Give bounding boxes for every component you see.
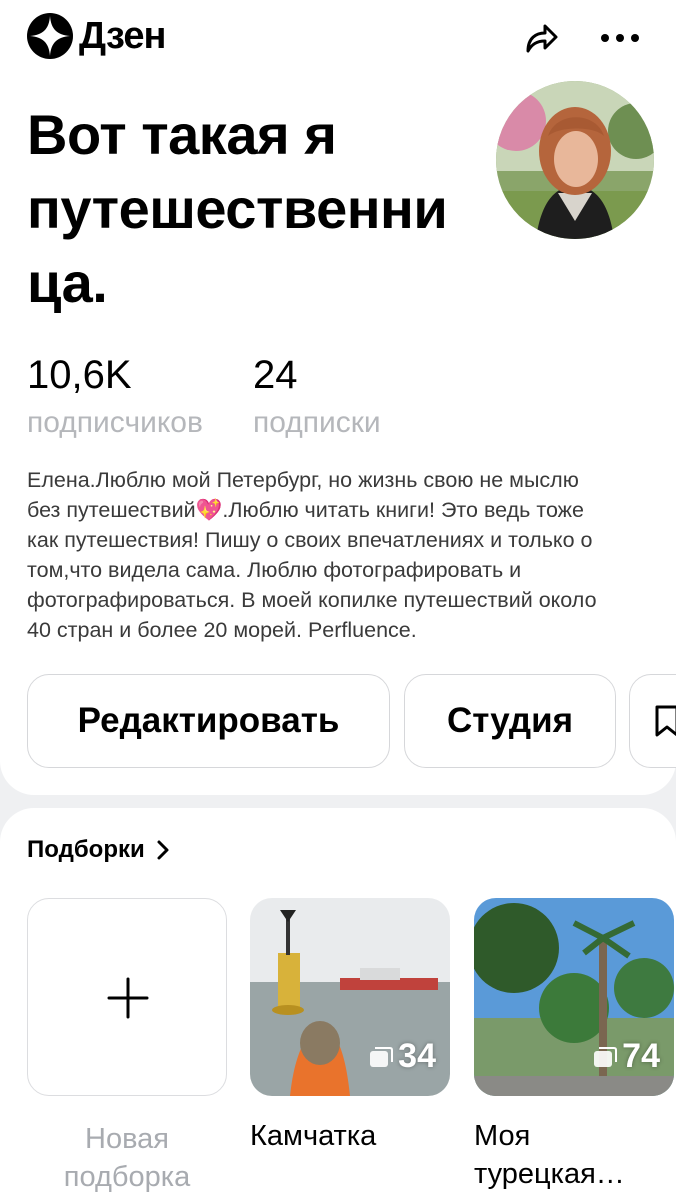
- subscribers-stat[interactable]: 10,6K подписчиков: [27, 352, 203, 440]
- bio-line: без путешествий💖.Люблю читать книги! Это…: [27, 498, 585, 522]
- title-line: ца.: [27, 251, 108, 314]
- title-line: Вот такая я: [27, 103, 337, 166]
- subscribers-count: 10,6K: [27, 353, 132, 397]
- plus-icon: [107, 977, 149, 1019]
- collection-title-line: турецкая…: [474, 1158, 625, 1190]
- subscriptions-stat[interactable]: 24 подписки: [253, 352, 381, 440]
- collection-tile-kamchatka[interactable]: 34: [250, 898, 450, 1096]
- studio-button[interactable]: Студия: [404, 674, 616, 768]
- page-title: Вот такая я путешественни ца.: [27, 98, 487, 320]
- logo-text: Дзен: [79, 14, 166, 57]
- subscribers-label: подписчиков: [27, 406, 203, 439]
- collections-title: Подборки: [27, 836, 145, 863]
- zen-logo-icon: [27, 13, 73, 59]
- edit-button[interactable]: Редактировать: [27, 674, 390, 768]
- subscriptions-count: 24: [253, 353, 298, 397]
- chevron-right-icon: [157, 840, 169, 860]
- bio-line: фотографироваться. В моей копилке путеше…: [27, 588, 597, 612]
- new-collection-label-line: Новая: [85, 1123, 169, 1155]
- subscriptions-label: подписки: [253, 406, 381, 439]
- zen-logo[interactable]: Дзен: [27, 13, 166, 59]
- bookmark-icon: [655, 705, 676, 737]
- bio-line: 40 стран и более 20 морей. Perfluence.: [27, 618, 417, 642]
- collection-count-value: 34: [398, 1037, 436, 1075]
- stack-icon: [594, 1046, 618, 1067]
- collection-title: Камчатка: [250, 1120, 377, 1152]
- bio-line: том,что видела сама. Люблю фотографирова…: [27, 558, 522, 582]
- avatar[interactable]: [496, 81, 654, 239]
- share-icon[interactable]: [520, 18, 560, 58]
- stack-icon: [370, 1046, 394, 1067]
- studio-button-label: Студия: [446, 701, 574, 740]
- edit-button-label: Редактировать: [77, 701, 340, 740]
- collection-tile-turkey[interactable]: 74: [474, 898, 674, 1096]
- profile-card: Дзен Вот такая я путешественни ца. 10,6K…: [0, 0, 676, 795]
- collection-count: 34: [368, 1037, 436, 1076]
- avatar-photo: [496, 81, 654, 239]
- bio-line: как путешествия! Пишу о своих впечатлени…: [27, 528, 593, 552]
- new-collection-label: Новая подборка: [27, 1120, 227, 1196]
- new-collection-label-line: подборка: [63, 1161, 191, 1193]
- collection-title: Моя турецкая…: [474, 1117, 625, 1193]
- collection-count-value: 74: [622, 1037, 660, 1075]
- collection-count: 74: [592, 1037, 660, 1076]
- collections-header[interactable]: Подборки: [27, 836, 173, 864]
- bookmarks-button[interactable]: [629, 674, 676, 768]
- bio-line: Елена.Люблю мой Петербург, но жизнь свою…: [27, 468, 579, 492]
- new-collection-button[interactable]: [27, 898, 227, 1096]
- profile-bio: Елена.Люблю мой Петербург, но жизнь свою…: [27, 465, 657, 645]
- collection-title-line: Моя: [474, 1120, 531, 1152]
- more-icon[interactable]: [597, 20, 643, 56]
- title-line: путешественни: [27, 177, 448, 240]
